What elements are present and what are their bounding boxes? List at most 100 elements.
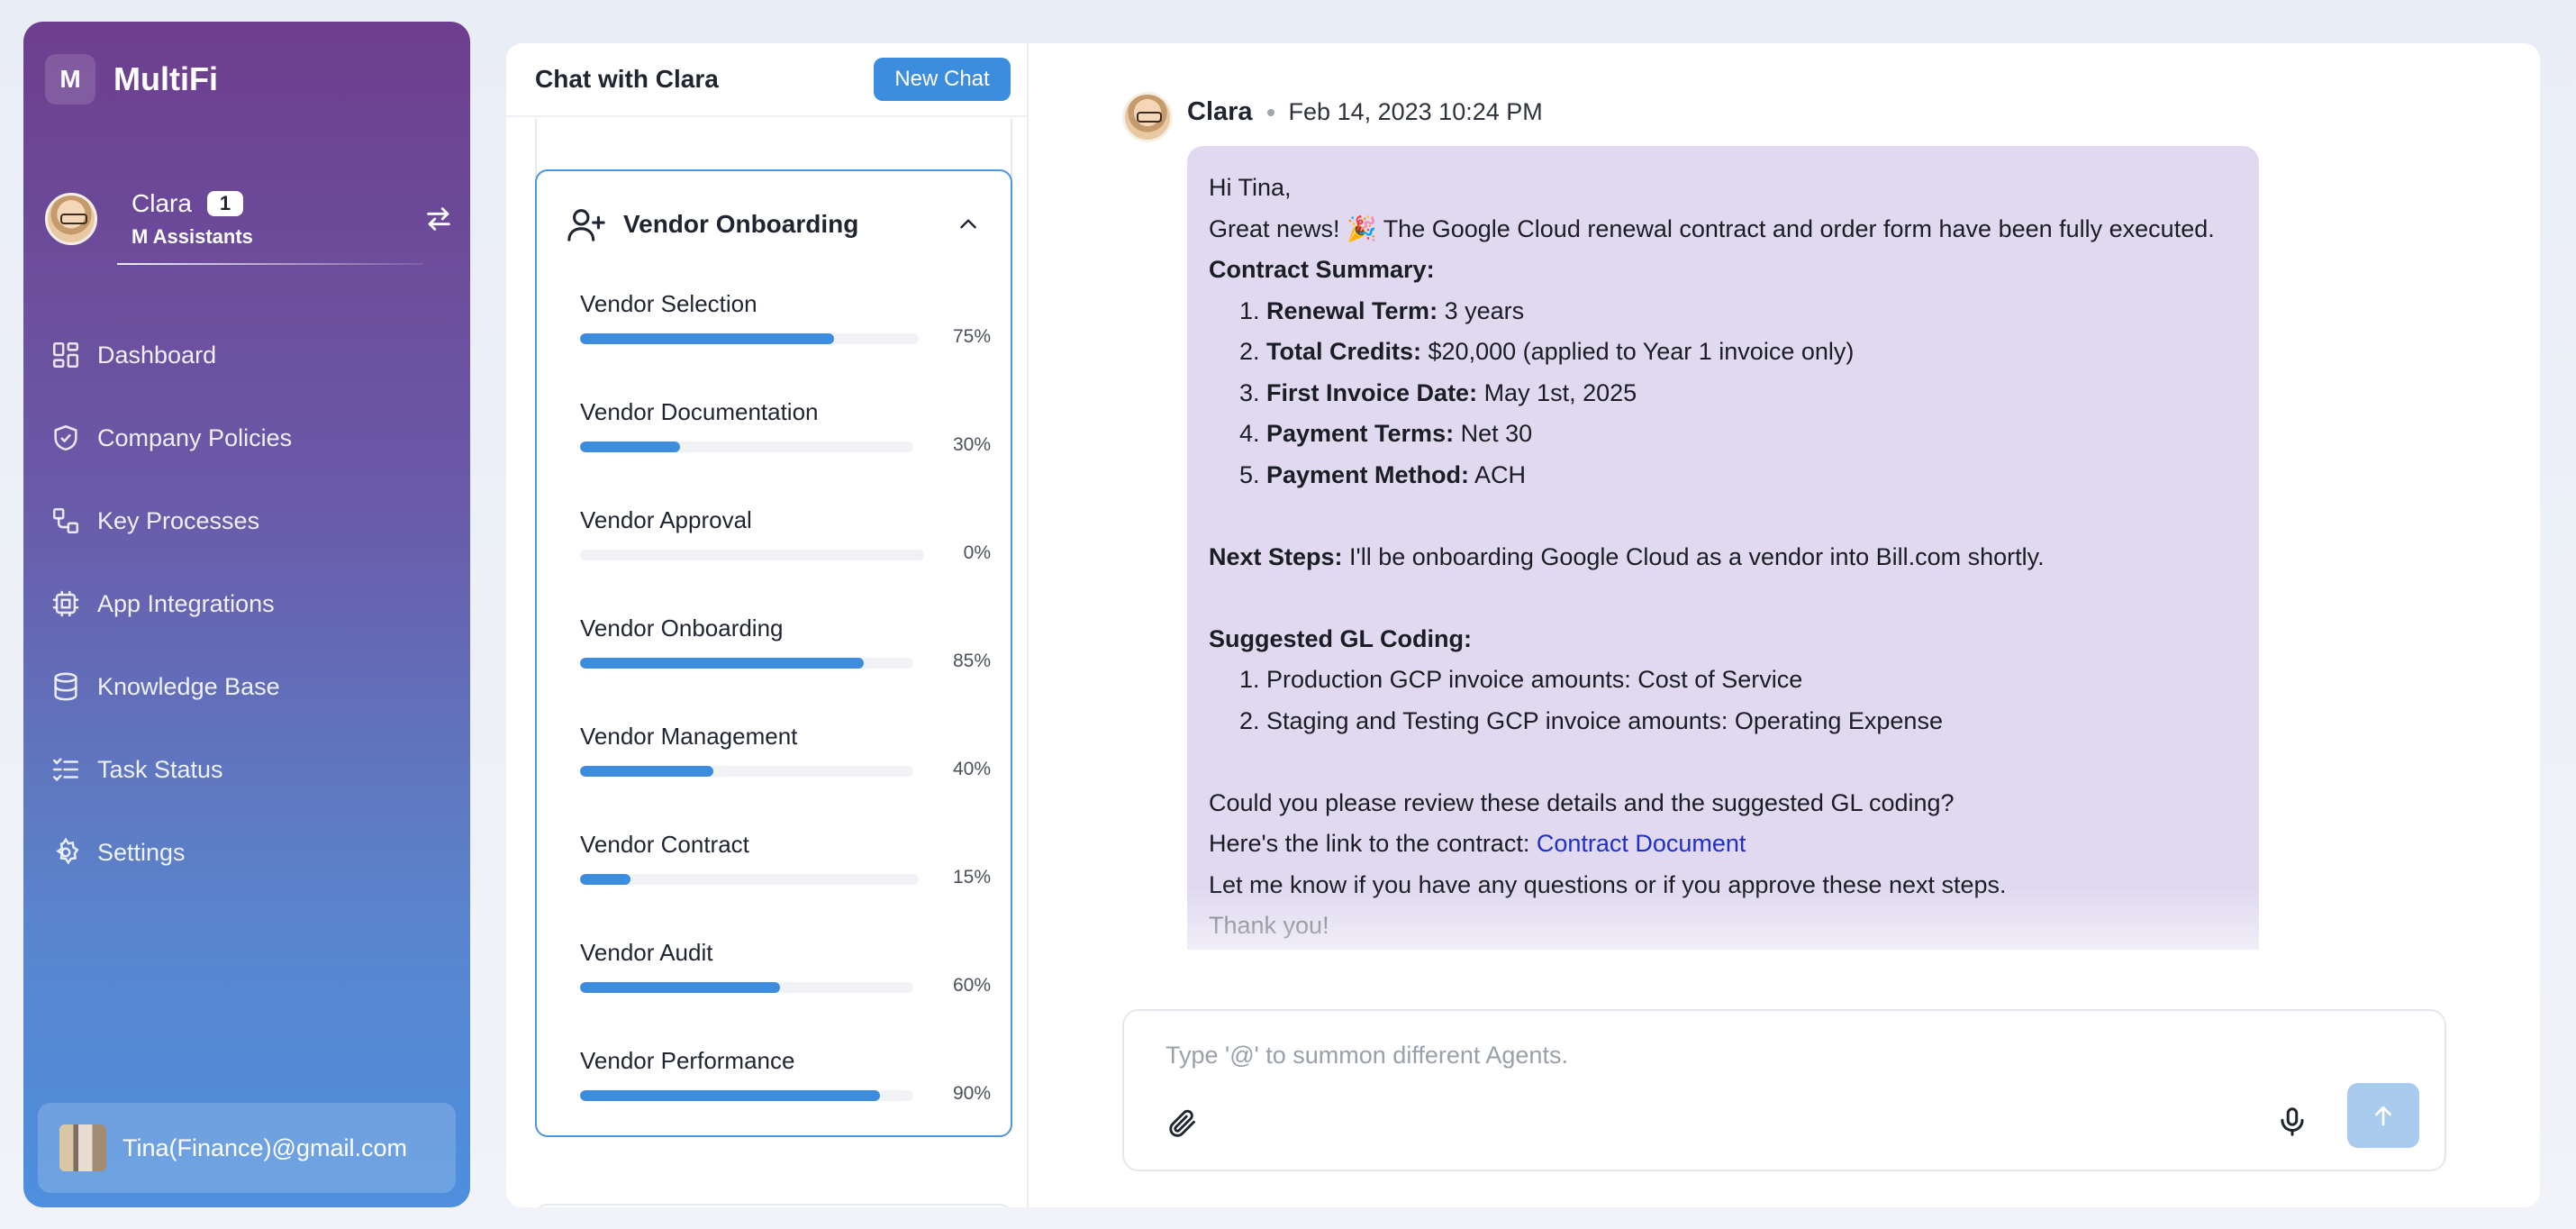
dashboard-icon bbox=[52, 341, 79, 369]
message-bubble: Hi Tina, Great news! 🎉 The Google Cloud … bbox=[1187, 146, 2259, 950]
progress-percent: 75% bbox=[952, 326, 991, 347]
message-header: Clara Feb 14, 2023 10:24 PM bbox=[1187, 97, 1543, 127]
sidebar-item-knowledge-base[interactable]: Knowledge Base bbox=[50, 645, 447, 728]
progress-fill bbox=[580, 333, 834, 344]
brand-logo: M bbox=[45, 54, 95, 105]
list-item: Payment Terms: Net 30 bbox=[1266, 414, 2237, 455]
progress-track bbox=[580, 550, 924, 560]
user-plus-icon bbox=[567, 209, 605, 241]
progress-percent: 90% bbox=[952, 1083, 991, 1104]
progress-item[interactable]: Vendor Management 40% bbox=[580, 723, 991, 831]
progress-item[interactable]: Vendor Performance 90% bbox=[580, 1047, 991, 1155]
sender-avatar bbox=[1122, 92, 1173, 142]
gl-heading: Suggested GL Coding: bbox=[1209, 624, 1472, 652]
message-greeting: Hi Tina, bbox=[1209, 174, 1292, 201]
process-icon bbox=[52, 507, 79, 534]
progress-label: Vendor Audit bbox=[580, 939, 713, 966]
send-button[interactable] bbox=[2347, 1083, 2419, 1148]
arrow-up-icon bbox=[2375, 1106, 2391, 1126]
assistant-avatar bbox=[45, 193, 97, 245]
sidebar-item-label: Key Processes bbox=[97, 506, 260, 534]
checklist-icon bbox=[52, 758, 79, 782]
sidebar: M MultiFi Clara 1 M Assistants Dashboard… bbox=[23, 22, 470, 1207]
account-email: Tina(Finance)@gmail.com bbox=[122, 1133, 407, 1161]
profile-divider bbox=[117, 263, 423, 265]
next-section-card[interactable] bbox=[535, 1204, 1012, 1207]
list-item: Total Credits: $20,000 (applied to Year … bbox=[1266, 332, 2237, 373]
progress-item[interactable]: Vendor Contract 15% bbox=[580, 831, 991, 939]
progress-label: Vendor Documentation bbox=[580, 398, 819, 425]
progress-label: Vendor Contract bbox=[580, 831, 749, 858]
progress-item[interactable]: Vendor Approval 0% bbox=[580, 506, 991, 614]
microphone-icon[interactable] bbox=[2275, 1105, 2309, 1139]
progress-fill bbox=[580, 874, 631, 885]
review-text: Could you please review these details an… bbox=[1209, 788, 1955, 816]
sidebar-nav: Dashboard Company Policies Key Processes… bbox=[50, 314, 447, 894]
sidebar-item-label: Settings bbox=[97, 838, 186, 866]
sidebar-item-app-integrations[interactable]: App Integrations bbox=[50, 562, 447, 645]
progress-label: Vendor Selection bbox=[580, 290, 757, 317]
message-input[interactable] bbox=[1166, 1034, 2336, 1076]
brand[interactable]: M MultiFi bbox=[45, 54, 218, 105]
progress-item[interactable]: Vendor Selection 75% bbox=[580, 290, 991, 398]
swap-icon[interactable] bbox=[423, 204, 454, 234]
sidebar-item-label: Dashboard bbox=[97, 341, 217, 369]
progress-percent: 60% bbox=[952, 975, 991, 996]
progress-track bbox=[580, 982, 913, 993]
summary-heading: Contract Summary: bbox=[1209, 256, 1435, 283]
progress-fill bbox=[580, 1090, 880, 1101]
progress-percent: 15% bbox=[952, 867, 991, 888]
chat-sessions-panel: Chat with Clara New Chat Vendor Onboardi… bbox=[506, 43, 1029, 1207]
progress-percent: 0% bbox=[963, 542, 991, 563]
sender-name: Clara bbox=[1187, 97, 1253, 126]
panel-title: Chat with Clara bbox=[535, 65, 719, 93]
progress-fill bbox=[580, 658, 864, 669]
chip-icon bbox=[52, 590, 79, 617]
sidebar-item-company-policies[interactable]: Company Policies bbox=[50, 396, 447, 479]
separator-dot bbox=[1266, 108, 1274, 116]
progress-fill bbox=[580, 982, 780, 993]
sidebar-item-label: Task Status bbox=[97, 755, 223, 783]
progress-percent: 30% bbox=[952, 434, 991, 455]
progress-item[interactable]: Vendor Onboarding 85% bbox=[580, 614, 991, 723]
section-title: Vendor Onboarding bbox=[623, 210, 859, 238]
section-header[interactable]: Vendor Onboarding bbox=[566, 204, 858, 245]
sidebar-item-settings[interactable]: Settings bbox=[50, 811, 447, 894]
new-chat-button[interactable]: New Chat bbox=[874, 58, 1011, 101]
sidebar-item-label: App Integrations bbox=[97, 589, 275, 617]
list-item: First Invoice Date: May 1st, 2025 bbox=[1266, 373, 2237, 414]
list-item: Production GCP invoice amounts: Cost of … bbox=[1266, 660, 2237, 701]
progress-label: Vendor Performance bbox=[580, 1047, 795, 1074]
paperclip-icon[interactable] bbox=[1166, 1106, 1198, 1139]
message-composer bbox=[1122, 1009, 2446, 1171]
progress-track bbox=[580, 333, 919, 344]
database-icon bbox=[54, 672, 77, 701]
message-intro: Great news! 🎉 The Google Cloud renewal c… bbox=[1209, 214, 2215, 242]
link-line: Here's the link to the contract: Contrac… bbox=[1209, 830, 1746, 857]
next-steps: Next Steps: I'll be onboarding Google Cl… bbox=[1209, 542, 2045, 570]
vendor-onboarding-card: Vendor Onboarding Vendor Selection 75% V… bbox=[535, 169, 1012, 1137]
sidebar-item-dashboard[interactable]: Dashboard bbox=[50, 314, 447, 396]
progress-item[interactable]: Vendor Documentation 30% bbox=[580, 398, 991, 506]
progress-label: Vendor Approval bbox=[580, 506, 752, 533]
progress-fill bbox=[580, 442, 680, 452]
notification-badge: 1 bbox=[207, 191, 243, 216]
progress-item[interactable]: Vendor Audit 60% bbox=[580, 939, 991, 1047]
assistant-subtitle: M Assistants bbox=[132, 225, 253, 248]
assistant-profile[interactable]: Clara 1 M Assistants bbox=[45, 173, 450, 267]
chat-panel: Clara Feb 14, 2023 10:24 PM Hi Tina, Gre… bbox=[1029, 43, 2540, 1207]
progress-track bbox=[580, 874, 919, 885]
list-item: Payment Method: ACH bbox=[1266, 455, 2237, 496]
gear-icon bbox=[56, 837, 79, 865]
chevron-up-icon[interactable] bbox=[957, 213, 980, 236]
panel-divider bbox=[506, 115, 1027, 117]
sidebar-item-task-status[interactable]: Task Status bbox=[50, 728, 447, 811]
account-switcher[interactable]: Tina(Finance)@gmail.com bbox=[38, 1103, 456, 1193]
user-avatar bbox=[59, 1124, 106, 1171]
sidebar-item-key-processes[interactable]: Key Processes bbox=[50, 479, 447, 562]
contract-document-link[interactable]: Contract Document bbox=[1537, 830, 1746, 857]
progress-track bbox=[580, 658, 913, 669]
progress-track bbox=[580, 1090, 913, 1101]
